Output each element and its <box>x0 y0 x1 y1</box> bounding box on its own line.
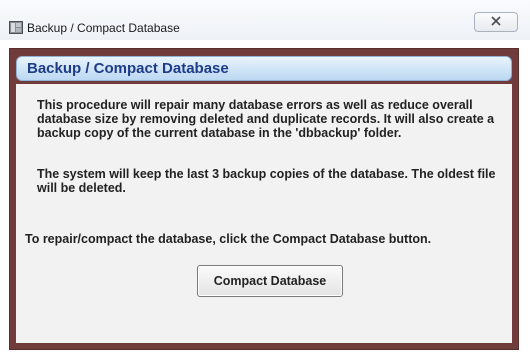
database-app-icon <box>9 21 23 34</box>
dialog-frame: Backup / Compact Database This procedure… <box>9 48 519 350</box>
close-button[interactable] <box>474 12 518 32</box>
dialog-content-panel: This procedure will repair many database… <box>16 84 512 343</box>
dialog-header: Backup / Compact Database <box>16 56 512 81</box>
dialog-header-title: Backup / Compact Database <box>27 60 229 77</box>
backup-compact-window: Backup / Compact Database Backup / Compa… <box>0 0 530 354</box>
title-bar[interactable]: Backup / Compact Database <box>0 0 530 40</box>
backup-retention-paragraph: The system will keep the last 3 backup c… <box>37 167 496 195</box>
window-title: Backup / Compact Database <box>27 21 180 35</box>
compact-database-button[interactable]: Compact Database <box>197 265 343 297</box>
description-paragraph: This procedure will repair many database… <box>37 98 495 140</box>
instruction-paragraph: To repair/compact the database, click th… <box>25 232 432 246</box>
close-icon <box>491 13 501 31</box>
